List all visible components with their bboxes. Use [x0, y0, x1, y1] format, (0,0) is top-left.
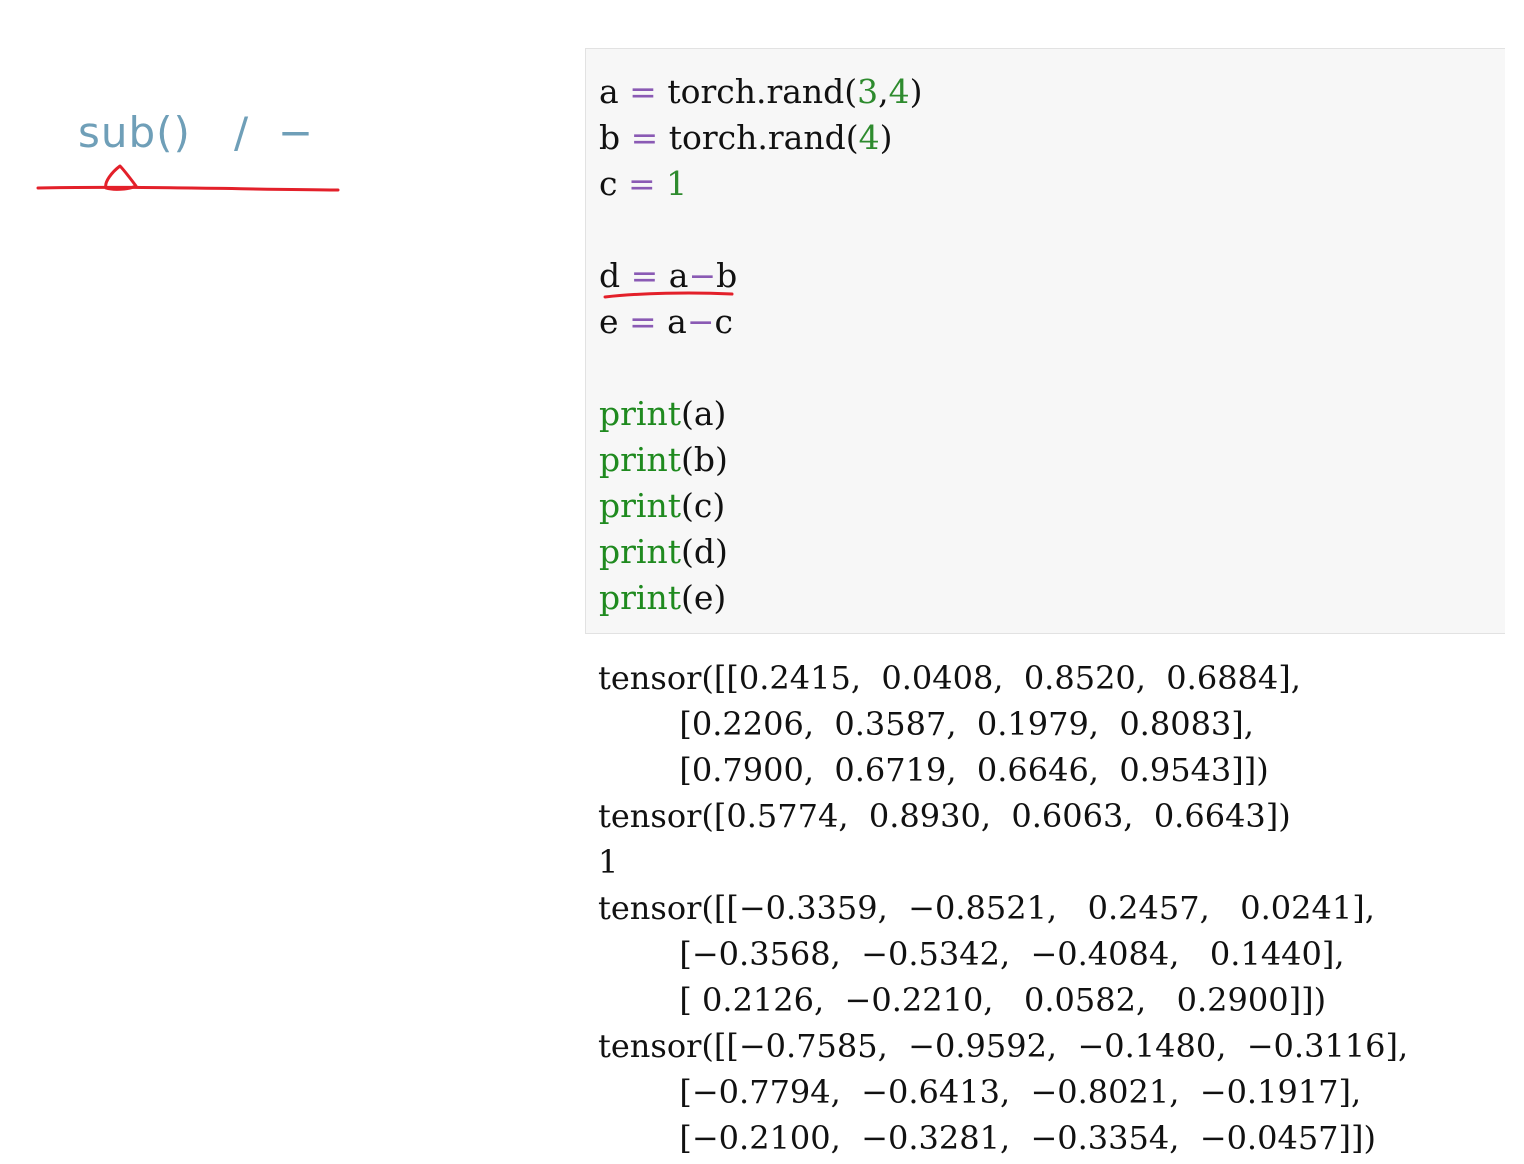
- code-keyword: print: [599, 440, 681, 479]
- code-number: 4: [858, 118, 880, 157]
- code-token: torch.rand(: [658, 118, 859, 157]
- code-token: torch.rand(: [656, 72, 858, 111]
- code-line: print(d): [599, 529, 923, 575]
- code-keyword: print: [599, 578, 681, 617]
- code-operator: −: [688, 256, 717, 295]
- code-token: (a): [680, 394, 727, 433]
- output-line: 1: [598, 843, 619, 881]
- output-line: [−0.3568, −0.5342, −0.4084, 0.1440],: [598, 935, 1345, 973]
- code-line: d = a−b: [599, 253, 923, 299]
- code-keyword: print: [599, 394, 681, 433]
- code-lines: a = torch.rand(3,4) b = torch.rand(4) c = …: [599, 69, 923, 621]
- code-token: d: [599, 256, 631, 295]
- output-line: [0.7900, 0.6719, 0.6646, 0.9543]]): [598, 751, 1269, 789]
- code-line: print(e): [599, 575, 923, 621]
- output-line: tensor([[−0.7585, −0.9592, −0.1480, −0.3…: [598, 1027, 1409, 1065]
- code-line: print(b): [599, 437, 923, 483]
- code-keyword: print: [599, 486, 681, 525]
- code-line: b = torch.rand(4): [599, 115, 923, 161]
- code-token: c: [599, 164, 628, 203]
- code-token: a: [656, 302, 687, 341]
- output-line: tensor([[−0.3359, −0.8521, 0.2457, 0.024…: [598, 889, 1375, 927]
- code-line: print(c): [599, 483, 923, 529]
- code-token: a: [599, 72, 630, 111]
- code-token: ): [909, 72, 923, 111]
- code-number: 3: [857, 72, 879, 111]
- code-operator: =: [630, 256, 659, 295]
- code-keyword: print: [599, 532, 681, 571]
- code-line: print(a): [599, 391, 923, 437]
- code-token: (b): [680, 440, 728, 479]
- cell-output: tensor([[0.2415, 0.0408, 0.8520, 0.6884]…: [598, 655, 1408, 1161]
- code-token: b: [599, 118, 631, 157]
- code-token: ,: [878, 72, 889, 111]
- code-operator: =: [630, 118, 659, 157]
- code-operator: =: [627, 164, 656, 203]
- code-token: ): [879, 118, 893, 157]
- output-line: tensor([[0.2415, 0.0408, 0.8520, 0.6884]…: [598, 659, 1301, 697]
- code-token: a: [658, 256, 689, 295]
- code-number: 4: [888, 72, 910, 111]
- code-operator: =: [629, 72, 657, 111]
- code-number: 1: [666, 164, 688, 203]
- code-operator: =: [629, 302, 657, 341]
- output-line: tensor([0.5774, 0.8930, 0.6063, 0.6643]): [598, 797, 1291, 835]
- code-line: c = 1: [599, 161, 923, 207]
- annotation-underline-ink: [36, 164, 340, 192]
- code-operator: −: [686, 302, 715, 341]
- code-token: e: [599, 302, 630, 341]
- output-line: [ 0.2126, −0.2210, 0.0582, 0.2900]]): [598, 981, 1327, 1019]
- output-line: [0.2206, 0.3587, 0.1979, 0.8083],: [598, 705, 1254, 743]
- code-cell[interactable]: a = torch.rand(3,4) b = torch.rand(4) c = …: [585, 48, 1505, 634]
- output-line: [−0.2100, −0.3281, −0.3354, −0.0457]]): [598, 1119, 1376, 1157]
- code-token: c: [714, 302, 733, 341]
- output-line: [−0.7794, −0.6413, −0.8021, −0.1917],: [598, 1073, 1362, 1111]
- code-token: b: [716, 256, 738, 295]
- code-token: (d): [680, 532, 728, 571]
- code-token: (c): [680, 486, 726, 525]
- code-line: e = a−c: [599, 299, 923, 345]
- code-line: a = torch.rand(3,4): [599, 69, 923, 115]
- code-token: (e): [680, 578, 727, 617]
